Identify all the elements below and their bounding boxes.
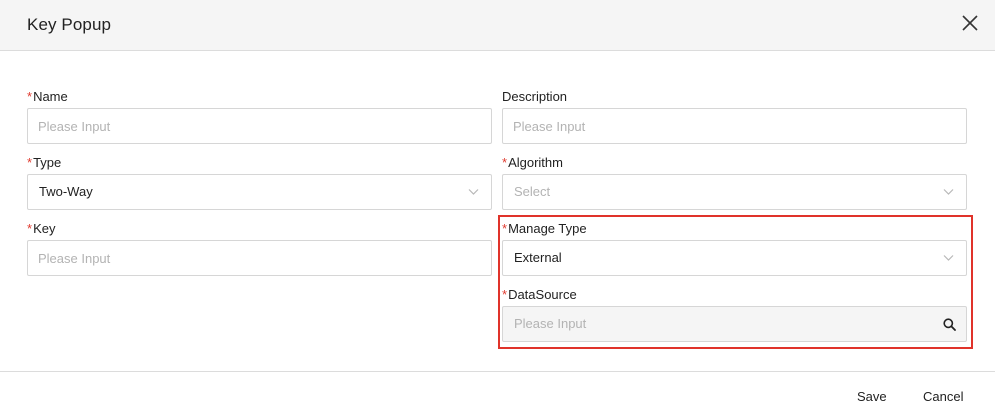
- manage-type-select-value: External: [514, 250, 562, 265]
- chevron-down-icon: [943, 189, 954, 195]
- manage-type-label: *Manage Type: [502, 221, 587, 236]
- datasource-input[interactable]: Please Input: [502, 306, 967, 342]
- dialog-header: Key Popup: [0, 0, 995, 51]
- key-input[interactable]: [27, 240, 492, 276]
- dialog-title: Key Popup: [27, 15, 112, 34]
- algorithm-label: *Algorithm: [502, 155, 563, 170]
- key-label: *Key: [27, 221, 56, 236]
- algorithm-select[interactable]: Select: [502, 174, 967, 210]
- required-mark: *: [27, 155, 33, 170]
- chevron-down-icon: [468, 189, 479, 195]
- description-input[interactable]: [502, 108, 967, 144]
- close-icon[interactable]: [959, 12, 981, 34]
- type-select[interactable]: Two-Way: [27, 174, 492, 210]
- algorithm-select-placeholder: Select: [514, 184, 551, 199]
- datasource-label: *DataSource: [502, 287, 577, 302]
- type-select-value: Two-Way: [39, 184, 93, 199]
- required-mark: *: [27, 221, 33, 236]
- datasource-placeholder: Please Input: [514, 316, 587, 331]
- name-label: *Name: [27, 89, 68, 104]
- key-popup-dialog: Key Popup *Name Description *Type Two-Wa…: [0, 0, 995, 415]
- required-mark: *: [502, 221, 508, 236]
- required-mark: *: [27, 89, 33, 104]
- required-mark: *: [502, 287, 508, 302]
- save-button[interactable]: Save: [857, 389, 887, 404]
- type-label: *Type: [27, 155, 62, 170]
- required-mark: *: [502, 155, 508, 170]
- description-label: Description: [502, 89, 568, 104]
- name-input[interactable]: [27, 108, 492, 144]
- search-icon[interactable]: [943, 318, 956, 331]
- footer-divider: [0, 371, 995, 372]
- manage-type-select[interactable]: External: [502, 240, 967, 276]
- cancel-button[interactable]: Cancel: [923, 389, 963, 404]
- chevron-down-icon: [943, 255, 954, 261]
